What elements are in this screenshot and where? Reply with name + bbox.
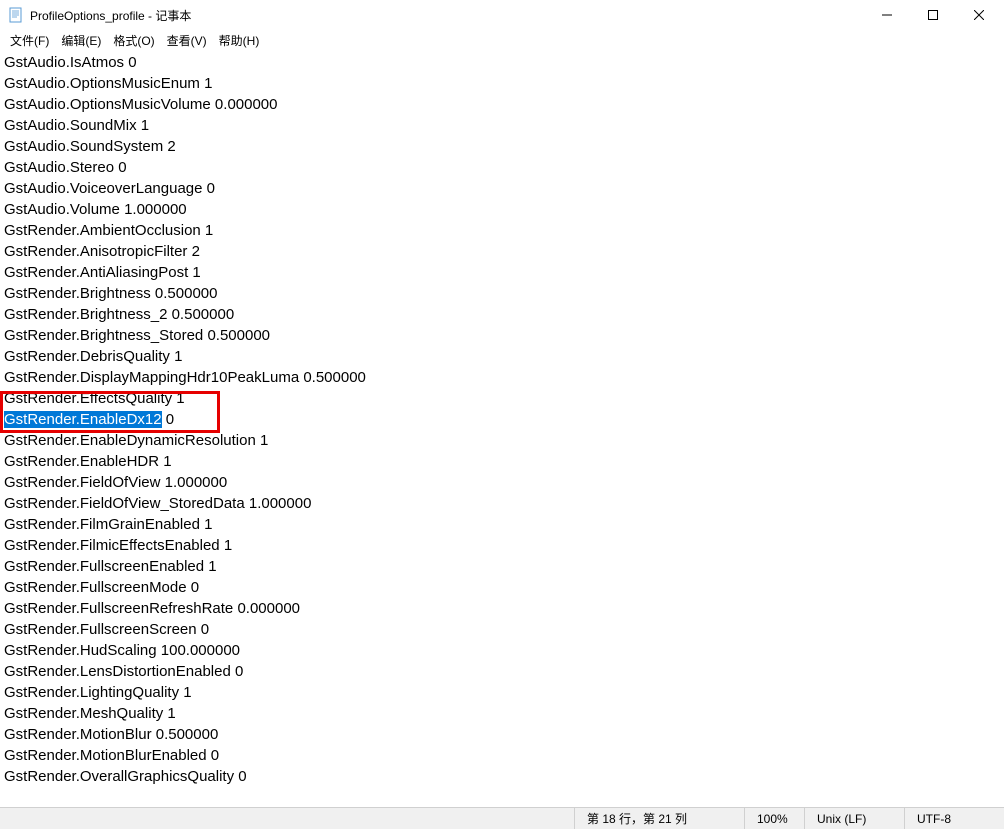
window-title: ProfileOptions_profile - 记事本 (30, 7, 864, 24)
status-zoom: 100% (744, 808, 804, 829)
text-line[interactable]: GstAudio.OptionsMusicEnum 1 (4, 73, 1000, 94)
status-eol: Unix (LF) (804, 808, 904, 829)
text-line[interactable]: GstAudio.OptionsMusicVolume 0.000000 (4, 94, 1000, 115)
menu-format[interactable]: 格式(O) (107, 30, 160, 51)
menu-edit[interactable]: 编辑(E) (55, 30, 107, 51)
text-line[interactable]: GstAudio.SoundSystem 2 (4, 136, 1000, 157)
text-line[interactable]: GstRender.EnableHDR 1 (4, 451, 1000, 472)
text-line[interactable]: GstRender.MeshQuality 1 (4, 703, 1000, 724)
menu-view[interactable]: 查看(V) (161, 30, 213, 51)
menu-help[interactable]: 帮助(H) (213, 30, 266, 51)
maximize-button[interactable] (910, 0, 956, 30)
menu-file[interactable]: 文件(F) (4, 30, 55, 51)
status-spacer (0, 808, 574, 829)
text-line[interactable]: GstRender.FilmGrainEnabled 1 (4, 514, 1000, 535)
text-rest[interactable]: 0 (162, 411, 175, 428)
editor-area[interactable]: GstAudio.IsAtmos 0GstAudio.OptionsMusicE… (0, 50, 1004, 807)
text-line[interactable]: GstRender.FullscreenMode 0 (4, 577, 1000, 598)
text-line[interactable]: GstAudio.VoiceoverLanguage 0 (4, 178, 1000, 199)
text-line[interactable]: GstAudio.IsAtmos 0 (4, 52, 1000, 73)
text-line[interactable]: GstRender.EnableDynamicResolution 1 (4, 430, 1000, 451)
text-line[interactable]: GstRender.FullscreenEnabled 1 (4, 556, 1000, 577)
text-line[interactable]: GstRender.FieldOfView 1.000000 (4, 472, 1000, 493)
text-line[interactable]: GstRender.FilmicEffectsEnabled 1 (4, 535, 1000, 556)
selected-text[interactable]: GstRender.EnableDx12 (4, 411, 162, 428)
text-line[interactable]: GstRender.LightingQuality 1 (4, 682, 1000, 703)
text-line[interactable]: GstRender.AntiAliasingPost 1 (4, 262, 1000, 283)
text-line[interactable]: GstRender.MotionBlur 0.500000 (4, 724, 1000, 745)
text-line[interactable]: GstRender.DisplayMappingHdr10PeakLuma 0.… (4, 367, 1000, 388)
text-line[interactable]: GstRender.FieldOfView_StoredData 1.00000… (4, 493, 1000, 514)
text-line[interactable]: GstRender.LensDistortionEnabled 0 (4, 661, 1000, 682)
text-line[interactable]: GstRender.Brightness_Stored 0.500000 (4, 325, 1000, 346)
text-line[interactable]: GstRender.HudScaling 100.000000 (4, 640, 1000, 661)
text-line[interactable]: GstRender.MotionBlurEnabled 0 (4, 745, 1000, 766)
title-bar: ProfileOptions_profile - 记事本 (0, 0, 1004, 30)
text-line[interactable]: GstRender.EffectsQuality 1 (4, 388, 1000, 409)
status-position: 第 18 行，第 21 列 (574, 808, 744, 829)
close-button[interactable] (956, 0, 1002, 30)
text-line[interactable]: GstRender.Brightness_2 0.500000 (4, 304, 1000, 325)
notepad-icon (8, 7, 24, 23)
text-line[interactable]: GstAudio.Volume 1.000000 (4, 199, 1000, 220)
status-bar: 第 18 行，第 21 列 100% Unix (LF) UTF-8 (0, 807, 1004, 829)
text-line[interactable]: GstRender.AnisotropicFilter 2 (4, 241, 1000, 262)
text-line[interactable]: GstAudio.SoundMix 1 (4, 115, 1000, 136)
text-line[interactable]: GstRender.EnableDx12 0 (4, 409, 1000, 430)
text-line[interactable]: GstAudio.Stereo 0 (4, 157, 1000, 178)
text-line[interactable]: GstRender.FullscreenScreen 0 (4, 619, 1000, 640)
status-encoding: UTF-8 (904, 808, 1004, 829)
menu-bar: 文件(F) 编辑(E) 格式(O) 查看(V) 帮助(H) (0, 30, 1004, 50)
window-controls (864, 0, 1002, 30)
text-line[interactable]: GstRender.DebrisQuality 1 (4, 346, 1000, 367)
text-line[interactable]: GstRender.AmbientOcclusion 1 (4, 220, 1000, 241)
text-line[interactable]: GstRender.OverallGraphicsQuality 0 (4, 766, 1000, 787)
text-line[interactable]: GstRender.Brightness 0.500000 (4, 283, 1000, 304)
minimize-button[interactable] (864, 0, 910, 30)
text-line[interactable]: GstRender.FullscreenRefreshRate 0.000000 (4, 598, 1000, 619)
